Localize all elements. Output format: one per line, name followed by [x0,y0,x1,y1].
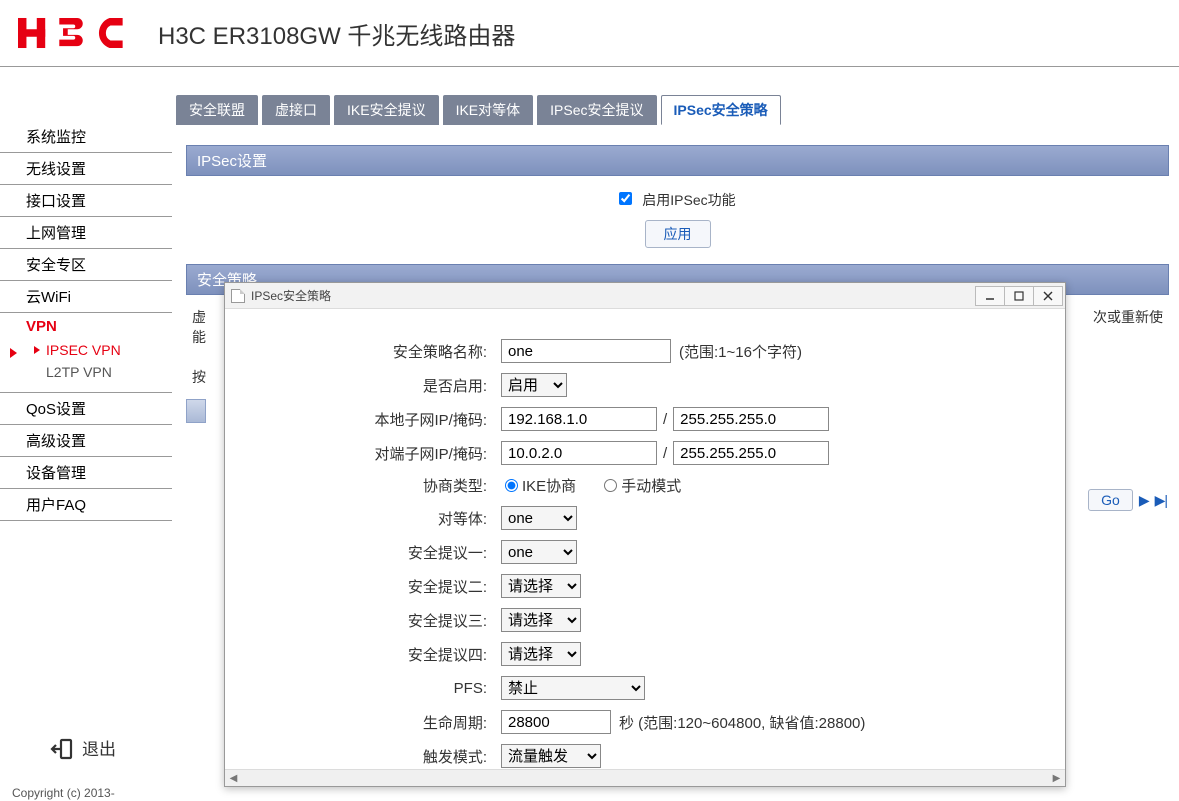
local-ip-input[interactable] [501,407,657,431]
tab-ipsec-policy[interactable]: IPSec安全策略 [661,95,781,125]
local-mask-input[interactable] [673,407,829,431]
sidebar-item-advanced[interactable]: 高级设置 [0,425,172,457]
pfs-select[interactable]: 禁止 [501,676,645,700]
horizontal-scrollbar[interactable]: ◀ ▶ [225,769,1065,786]
slash-sep: / [663,411,667,428]
lifetime-hint: 秒 (范围:120~604800, 缺省值:28800) [619,712,865,733]
sidebar-subitem-l2tp-vpn[interactable]: L2TP VPN [46,361,172,383]
enable-ipsec-checkbox[interactable] [619,192,632,205]
label-trigger: 触发模式: [245,746,501,767]
sidebar: 系统监控 无线设置 接口设置 上网管理 安全专区 云WiFi VPN IPSEC… [0,71,172,801]
next-page-icon[interactable]: ▶ [1139,492,1149,509]
tabbar: 安全联盟 虚接口 IKE安全提议 IKE对等体 IPSec安全提议 IPSec安… [176,95,1179,125]
logout-icon [50,737,74,759]
sidebar-subitem-ipsec-vpn[interactable]: IPSEC VPN [46,339,172,361]
nego-ike-radio[interactable] [505,479,518,492]
apply-button[interactable]: 应用 [645,220,711,248]
ipsec-policy-dialog: IPSec安全策略 安全策略名称: (范围:1~16个字符) 是否启用: 启用 … [224,282,1066,787]
sidebar-item-device-mgmt[interactable]: 设备管理 [0,457,172,489]
label-peer-subnet: 对端子网IP/掩码: [245,443,501,464]
pagination: Go ▶ ▶| [1088,489,1167,511]
dialog-titlebar[interactable]: IPSec安全策略 [225,283,1065,309]
enable-ipsec-label: 启用IPSec功能 [642,192,735,208]
tab-vif[interactable]: 虚接口 [262,95,330,125]
slash-sep-2: / [663,445,667,462]
peer-mask-input[interactable] [673,441,829,465]
maximize-button[interactable] [1004,286,1034,306]
dialog-title: IPSec安全策略 [251,287,976,304]
policy-name-hint: (范围:1~16个字符) [679,341,802,362]
sidebar-item-cloud-wifi[interactable]: 云WiFi [0,281,172,313]
sidebar-item-user-faq[interactable]: 用户FAQ [0,489,172,521]
logo-h3c [18,13,140,53]
sidebar-item-wireless[interactable]: 无线设置 [0,153,172,185]
peer-select[interactable]: one [501,506,577,530]
prop4-select[interactable]: 请选择 [501,642,581,666]
sidebar-item-qos[interactable]: QoS设置 [0,393,172,425]
peer-ip-input[interactable] [501,441,657,465]
prop2-select[interactable]: 请选择 [501,574,581,598]
logout-link[interactable]: 退出 [50,735,116,760]
trigger-select[interactable]: 流量触发 [501,744,601,768]
header-divider [0,66,1179,67]
policy-name-input[interactable] [501,339,671,363]
sidebar-item-interface[interactable]: 接口设置 [0,185,172,217]
label-local-subnet: 本地子网IP/掩码: [245,409,501,430]
tab-ike-peer[interactable]: IKE对等体 [443,95,534,125]
sidebar-item-vpn[interactable]: VPN IPSEC VPN L2TP VPN [0,313,172,393]
label-peer: 对等体: [245,508,501,529]
label-prop3: 安全提议三: [245,610,501,631]
tab-sa[interactable]: 安全联盟 [176,95,258,125]
label-prop2: 安全提议二: [245,576,501,597]
prop1-select[interactable]: one [501,540,577,564]
header: H3C ER3108GW 千兆无线路由器 [0,0,1179,66]
last-page-icon[interactable]: ▶| [1155,492,1167,509]
nego-manual-radio[interactable] [604,479,617,492]
label-prop1: 安全提议一: [245,542,501,563]
minimize-button[interactable] [975,286,1005,306]
document-icon [231,289,245,303]
prop3-select[interactable]: 请选择 [501,608,581,632]
tab-ipsec-proposal[interactable]: IPSec安全提议 [537,95,656,125]
label-prop4: 安全提议四: [245,644,501,665]
tab-ike-proposal[interactable]: IKE安全提议 [334,95,439,125]
label-enable: 是否启用: [245,375,501,396]
copyright-text: Copyright (c) 2013- [12,786,115,800]
close-button[interactable] [1033,286,1063,306]
label-policy-name: 安全策略名称: [245,341,501,362]
lifetime-input[interactable] [501,710,611,734]
enable-select[interactable]: 启用 [501,373,567,397]
section-ipsec-settings: IPSec设置 [186,145,1169,176]
sidebar-item-internet-mgmt[interactable]: 上网管理 [0,217,172,249]
logout-label: 退出 [82,735,116,760]
go-button[interactable]: Go [1088,489,1133,511]
nego-ike-label: IKE协商 [522,475,576,496]
nego-manual-label: 手动模式 [621,475,681,496]
scroll-left-icon[interactable]: ◀ [225,770,242,787]
table-edge [186,399,206,423]
sidebar-item-system-monitor[interactable]: 系统监控 [0,121,172,153]
label-life: 生命周期: [245,712,501,733]
page-title: H3C ER3108GW 千兆无线路由器 [158,16,515,51]
sidebar-item-security[interactable]: 安全专区 [0,249,172,281]
label-negotiation: 协商类型: [245,475,501,496]
dialog-body: 安全策略名称: (范围:1~16个字符) 是否启用: 启用 本地子网IP/掩码:… [225,309,1065,769]
label-pfs: PFS: [245,680,501,697]
scroll-right-icon[interactable]: ▶ [1048,770,1065,787]
